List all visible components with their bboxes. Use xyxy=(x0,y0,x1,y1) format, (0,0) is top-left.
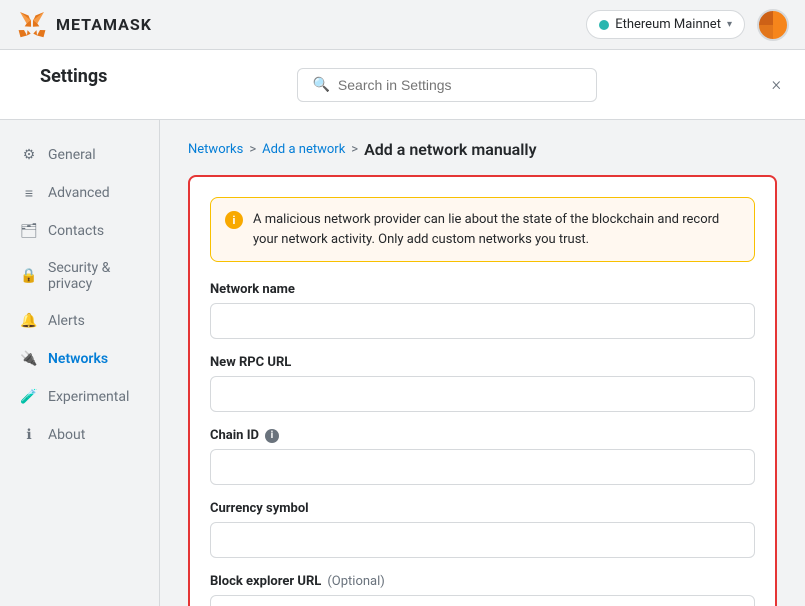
network-icon: 🔌 xyxy=(20,350,38,368)
metamask-logo-icon xyxy=(16,9,48,41)
settings-sidebar: ⚙ General ≡ Advanced 🗂 Contacts 🔒 Securi… xyxy=(0,120,160,606)
account-avatar[interactable] xyxy=(757,9,789,41)
chain-id-group: Chain ID i xyxy=(210,428,755,485)
breadcrumb-add-network[interactable]: Add a network xyxy=(262,142,345,157)
rpc-url-input[interactable] xyxy=(210,376,755,412)
search-bar[interactable]: 🔍 xyxy=(297,68,597,102)
network-name-label: Network name xyxy=(210,282,755,297)
settings-panel: Networks > Add a network > Add a network… xyxy=(160,120,805,606)
network-name-label: Ethereum Mainnet xyxy=(615,17,721,32)
sidebar-item-about[interactable]: ℹ About xyxy=(4,416,155,454)
network-name-group: Network name xyxy=(210,282,755,339)
sidebar-item-contacts[interactable]: 🗂 Contacts xyxy=(4,212,155,250)
advanced-icon: ≡ xyxy=(20,184,38,202)
flask-icon: 🧪 xyxy=(20,388,38,406)
sidebar-item-label: Networks xyxy=(48,351,108,367)
sidebar-item-experimental[interactable]: 🧪 Experimental xyxy=(4,378,155,416)
warning-icon: i xyxy=(225,211,243,229)
currency-symbol-label: Currency symbol xyxy=(210,501,755,516)
info-icon: ℹ xyxy=(20,426,38,444)
breadcrumb: Networks > Add a network > Add a network… xyxy=(188,140,777,159)
settings-title: Settings xyxy=(24,66,123,103)
app-header: METAMASK Ethereum Mainnet ▾ xyxy=(0,0,805,50)
settings-header: Settings 🔍 × xyxy=(0,50,805,120)
lock-icon: 🔒 xyxy=(20,267,38,285)
settings-layout: Settings 🔍 × ⚙ General ≡ Advanced 🗂 Cont… xyxy=(0,50,805,606)
rpc-url-group: New RPC URL xyxy=(210,355,755,412)
warning-box: i A malicious network provider can lie a… xyxy=(210,197,755,262)
logo-area: METAMASK xyxy=(16,9,152,41)
warning-text: A malicious network provider can lie abo… xyxy=(253,210,740,249)
block-explorer-group: Block explorer URL (Optional) xyxy=(210,574,755,606)
block-explorer-label: Block explorer URL (Optional) xyxy=(210,574,755,589)
rpc-url-label: New RPC URL xyxy=(210,355,755,370)
network-status-dot xyxy=(599,20,609,30)
search-input[interactable] xyxy=(338,77,583,93)
sidebar-item-label: Experimental xyxy=(48,389,129,405)
sidebar-item-label: Alerts xyxy=(48,313,85,329)
network-name-input[interactable] xyxy=(210,303,755,339)
currency-symbol-group: Currency symbol xyxy=(210,501,755,558)
sidebar-item-label: General xyxy=(48,147,96,163)
sidebar-item-security[interactable]: 🔒 Security &privacy xyxy=(4,250,155,302)
gear-icon: ⚙ xyxy=(20,146,38,164)
chain-id-label: Chain ID i xyxy=(210,428,755,443)
chain-id-input[interactable] xyxy=(210,449,755,485)
block-explorer-optional: (Optional) xyxy=(327,574,384,589)
sidebar-item-alerts[interactable]: 🔔 Alerts xyxy=(4,302,155,340)
chevron-down-icon: ▾ xyxy=(727,19,732,30)
contacts-icon: 🗂 xyxy=(20,222,38,240)
sidebar-item-label: Advanced xyxy=(48,185,110,201)
header-controls: Ethereum Mainnet ▾ xyxy=(586,9,789,41)
currency-symbol-input[interactable] xyxy=(210,522,755,558)
block-explorer-url-input[interactable] xyxy=(210,595,755,606)
breadcrumb-networks[interactable]: Networks xyxy=(188,142,243,157)
sidebar-item-label: About xyxy=(48,427,85,443)
app-title: METAMASK xyxy=(56,15,152,34)
search-icon: 🔍 xyxy=(312,77,329,93)
close-button[interactable]: × xyxy=(772,74,781,95)
chain-id-info-icon[interactable]: i xyxy=(265,429,279,443)
sidebar-item-label: Security &privacy xyxy=(48,260,110,292)
sidebar-item-advanced[interactable]: ≡ Advanced xyxy=(4,174,155,212)
bell-icon: 🔔 xyxy=(20,312,38,330)
network-selector[interactable]: Ethereum Mainnet ▾ xyxy=(586,10,745,39)
breadcrumb-current: Add a network manually xyxy=(364,140,536,159)
sidebar-item-general[interactable]: ⚙ General xyxy=(4,136,155,174)
settings-body: ⚙ General ≡ Advanced 🗂 Contacts 🔒 Securi… xyxy=(0,120,805,606)
add-network-form: i A malicious network provider can lie a… xyxy=(188,175,777,606)
sidebar-item-label: Contacts xyxy=(48,223,104,239)
breadcrumb-sep-2: > xyxy=(351,142,358,157)
breadcrumb-sep-1: > xyxy=(249,142,256,157)
sidebar-item-networks[interactable]: 🔌 Networks xyxy=(4,340,155,378)
